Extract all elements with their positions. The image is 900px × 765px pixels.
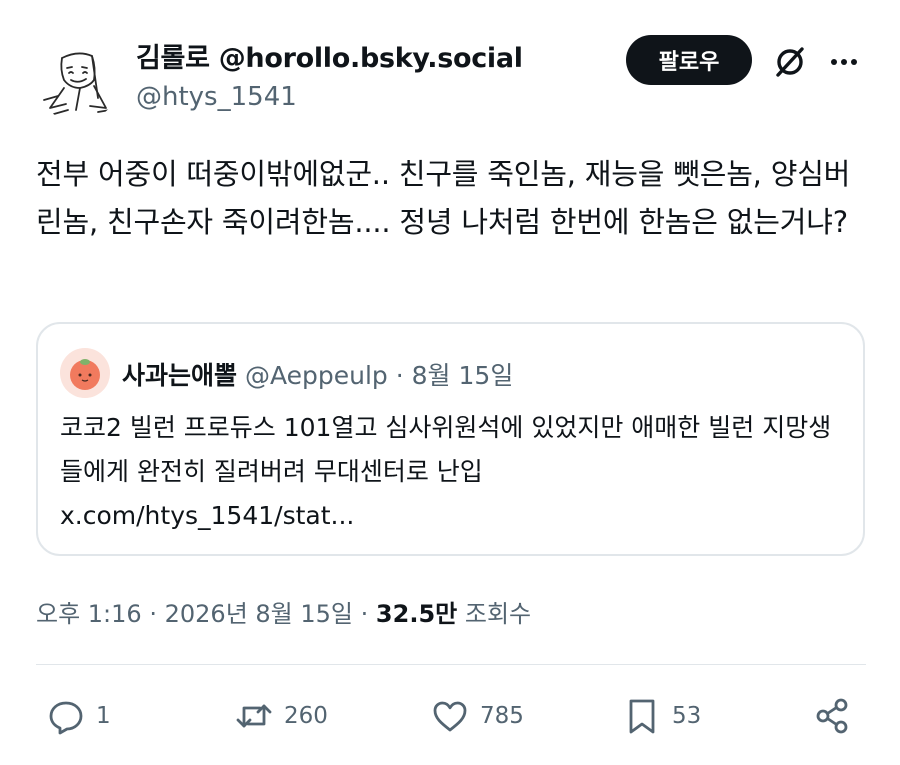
quote-handle[interactable]: @Aeppeulp <box>245 361 388 390</box>
reply-count: 1 <box>96 703 111 729</box>
author-display-name[interactable]: 김롤로 @horollo.bsky.social <box>136 36 523 75</box>
reply-button[interactable]: 1 <box>46 694 111 738</box>
quote-text: 코코2 빌런 프로듀스 101열고 심사위원석에 있었지만 애매한 빌런 지망생… <box>60 406 850 538</box>
tweet-text: 전부 어중이 떠중이밖에없군.. 친구를 죽인놈, 재능을 뺏은놈, 양심버린놈… <box>36 157 851 239</box>
retweet-button[interactable]: 260 <box>234 694 328 738</box>
post-time[interactable]: 오후 1:16 <box>36 600 142 628</box>
quoted-post-card[interactable]: 사과는애뽈 @Aeppeulp · 8월 15일 코코2 빌런 프로듀스 101… <box>36 322 865 556</box>
quote-link[interactable]: x.com/htys_1541/stat... <box>60 501 354 530</box>
views-label: 조회수 <box>464 600 532 628</box>
quote-separator: · <box>395 361 404 390</box>
share-button[interactable] <box>812 694 852 738</box>
grok-slash-icon[interactable] <box>770 42 810 82</box>
views-count: 32.5만 <box>375 600 458 628</box>
heart-icon <box>433 701 467 732</box>
quote-display-name[interactable]: 사과는애뽈 <box>122 361 237 390</box>
share-icon <box>816 698 848 734</box>
like-button[interactable]: 785 <box>430 694 524 738</box>
retweet-icon <box>236 704 272 728</box>
bookmark-count: 53 <box>672 703 702 729</box>
peach-avatar-icon <box>60 348 110 398</box>
reply-icon <box>49 701 83 735</box>
quote-header: 사과는애뽈 @Aeppeulp · 8월 15일 <box>122 356 513 392</box>
quote-body: 코코2 빌런 프로듀스 101열고 심사위원석에 있었지만 애매한 빌런 지망생… <box>60 413 832 486</box>
retweet-count: 260 <box>284 703 328 729</box>
quote-date[interactable]: 8월 15일 <box>412 361 514 390</box>
timestamp-line: 오후 1:16 · 2026년 8월 15일 · 32.5만 조회수 <box>36 594 531 629</box>
post-date[interactable]: 2026년 8월 15일 <box>165 600 353 628</box>
sketch-avatar-icon <box>43 52 111 115</box>
bookmark-icon <box>629 699 655 734</box>
bookmark-button[interactable]: 53 <box>622 694 701 738</box>
like-count: 785 <box>480 703 524 729</box>
meta-separator: · <box>149 600 157 628</box>
follow-button[interactable]: 팔로우 <box>626 35 752 85</box>
author-avatar[interactable] <box>36 38 120 122</box>
divider <box>36 664 866 665</box>
quote-avatar <box>60 348 110 398</box>
meta-separator: · <box>360 600 369 628</box>
author-handle[interactable]: @htys_1541 <box>136 82 297 112</box>
more-dots-icon[interactable] <box>826 44 862 80</box>
